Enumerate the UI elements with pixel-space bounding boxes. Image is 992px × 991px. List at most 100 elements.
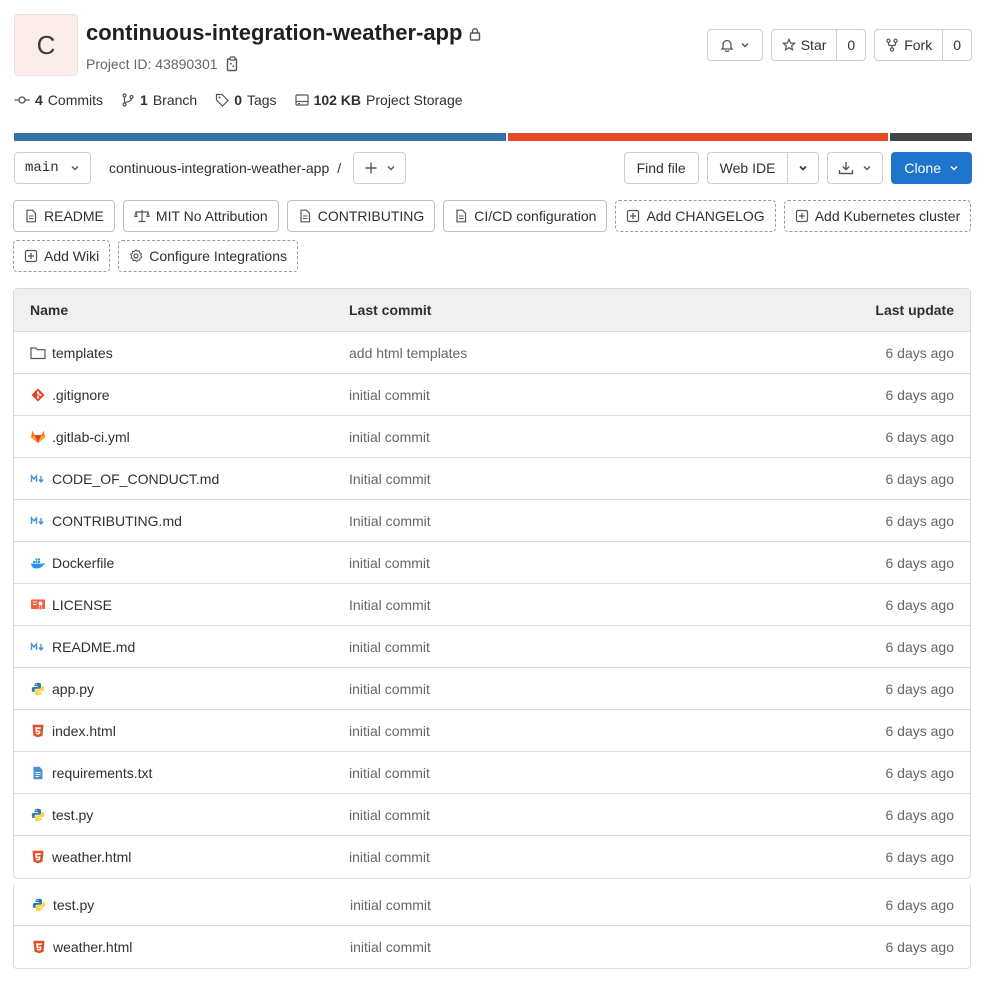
file-name-cell[interactable]: templates [14,345,349,361]
table-row[interactable]: index.html initial commit 6 days ago [14,710,970,752]
copy-icon[interactable] [226,56,240,72]
file-name-cell[interactable]: app.py [14,681,349,697]
commit-message[interactable]: initial commit [349,849,770,865]
file-name[interactable]: CODE_OF_CONDUCT.md [52,471,219,487]
tag-icon [216,93,230,107]
file-name-cell[interactable]: weather.html [14,849,349,865]
commit-message[interactable]: initial commit [349,681,770,697]
table-row[interactable]: weather.html initial commit 6 days ago [14,836,970,878]
table-row[interactable]: Dockerfile initial commit 6 days ago [14,542,970,584]
commit-message[interactable]: Initial commit [349,513,770,529]
table-row[interactable]: test.py initial commit 6 days ago [14,884,970,926]
table-row[interactable]: README.md initial commit 6 days ago [14,626,970,668]
file-name[interactable]: LICENSE [52,597,112,613]
quick-link-readme[interactable]: README [13,200,115,232]
commit-message[interactable]: initial commit [349,807,770,823]
star-button[interactable]: Star [772,30,837,60]
language-segment[interactable] [508,133,888,141]
repository-languages-bar[interactable] [14,133,972,141]
language-segment[interactable] [889,133,972,141]
file-name[interactable]: weather.html [53,939,132,955]
table-row[interactable]: templates add html templates 6 days ago [14,332,970,374]
branch-switcher[interactable]: main [14,152,91,184]
quick-link-configure-integrations[interactable]: Configure Integrations [118,240,298,272]
python-icon [30,682,46,696]
commits-stat[interactable]: 4 Commits [14,92,103,108]
file-name[interactable]: test.py [52,807,93,823]
commit-message[interactable]: initial commit [349,429,770,445]
breadcrumb-project[interactable]: continuous-integration-weather-app [109,160,329,176]
commit-message[interactable]: Initial commit [349,471,770,487]
file-name[interactable]: test.py [53,897,94,913]
web-ide-button[interactable]: Web IDE [708,153,788,183]
commit-message[interactable]: initial commit [349,555,770,571]
file-name[interactable]: README.md [52,639,135,655]
commit-message[interactable]: initial commit [349,939,770,955]
quick-link-mit-no-attribution[interactable]: MIT No Attribution [122,200,279,232]
table-row[interactable]: weather.html initial commit 6 days ago [14,926,970,968]
branch-stat[interactable]: 1 Branch [121,92,197,108]
file-name[interactable]: templates [52,345,113,361]
clone-button[interactable]: Clone [891,152,972,184]
quick-link-ci-cd-configuration[interactable]: CI/CD configuration [443,200,608,232]
download-button[interactable] [827,152,884,184]
file-name[interactable]: Dockerfile [52,555,114,571]
project-name[interactable]: continuous-integration-weather-app [86,20,462,46]
tags-stat[interactable]: 0 Tags [215,92,277,108]
table-row[interactable]: test.py initial commit 6 days ago [14,794,970,836]
file-name-cell[interactable]: test.py [14,897,349,913]
file-name-cell[interactable]: .gitlab-ci.yml [14,429,349,445]
add-to-tree-button[interactable] [353,152,407,184]
file-name[interactable]: .gitignore [52,387,110,403]
quick-link-contributing[interactable]: CONTRIBUTING [286,200,436,232]
file-name-cell[interactable]: test.py [14,807,349,823]
quick-link-add-changelog[interactable]: Add CHANGELOG [615,200,776,232]
fork-button[interactable]: Fork [875,30,942,60]
table-row[interactable]: .gitlab-ci.yml initial commit 6 days ago [14,416,970,458]
file-name-cell[interactable]: CODE_OF_CONDUCT.md [14,471,349,487]
file-name-cell[interactable]: CONTRIBUTING.md [14,513,349,529]
file-name[interactable]: app.py [52,681,94,697]
star-count[interactable]: 0 [836,30,865,60]
commit-message[interactable]: add html templates [349,345,770,361]
file-name-cell[interactable]: index.html [14,723,349,739]
table-row[interactable]: app.py initial commit 6 days ago [14,668,970,710]
commit-message[interactable]: initial commit [349,765,770,781]
file-name-cell[interactable]: .gitignore [14,387,349,403]
file-name-cell[interactable]: weather.html [14,939,349,955]
file-name[interactable]: requirements.txt [52,765,152,781]
table-row[interactable]: CODE_OF_CONDUCT.md Initial commit 6 days a… [14,458,970,500]
table-row[interactable]: requirements.txt initial commit 6 days ago [14,752,970,794]
quick-link-label: Configure Integrations [149,248,287,264]
language-segment[interactable] [14,133,507,141]
file-name[interactable]: .gitlab-ci.yml [52,429,130,445]
scale-icon [134,209,150,223]
file-name-cell[interactable]: requirements.txt [14,765,349,781]
quick-link-add-wiki[interactable]: Add Wiki [13,240,111,272]
notifications-button[interactable] [706,29,763,61]
file-name[interactable]: weather.html [52,849,131,865]
web-ide-group: Web IDE [706,152,820,184]
fork-count[interactable]: 0 [942,30,971,60]
commit-message[interactable]: initial commit [349,723,770,739]
quick-link-label: Add CHANGELOG [646,208,765,224]
last-update-date: 6 days ago [885,896,955,913]
chevron-down-icon [950,166,958,171]
commit-message[interactable]: initial commit [349,387,770,403]
file-name-cell[interactable]: Dockerfile [14,555,349,571]
table-row[interactable]: .gitignore initial commit 6 days ago [14,374,970,416]
file-name-cell[interactable]: LICENSE [14,597,349,613]
find-file-button[interactable]: Find file [623,152,699,184]
storage-stat[interactable]: 102 KB Project Storage [294,92,463,108]
quick-link-add-kubernetes-cluster[interactable]: Add Kubernetes cluster [783,200,972,232]
commit-message[interactable]: initial commit [349,897,770,913]
table-row[interactable]: LICENSE Initial commit 6 days ago [14,584,970,626]
file-name[interactable]: index.html [52,723,116,739]
commit-message[interactable]: initial commit [349,639,770,655]
commit-message[interactable]: Initial commit [349,597,770,613]
docker-icon [30,556,46,570]
file-name-cell[interactable]: README.md [14,639,349,655]
web-ide-dropdown[interactable] [787,153,818,183]
file-name[interactable]: CONTRIBUTING.md [52,513,182,529]
table-row[interactable]: CONTRIBUTING.md Initial commit 6 days ago [14,500,970,542]
